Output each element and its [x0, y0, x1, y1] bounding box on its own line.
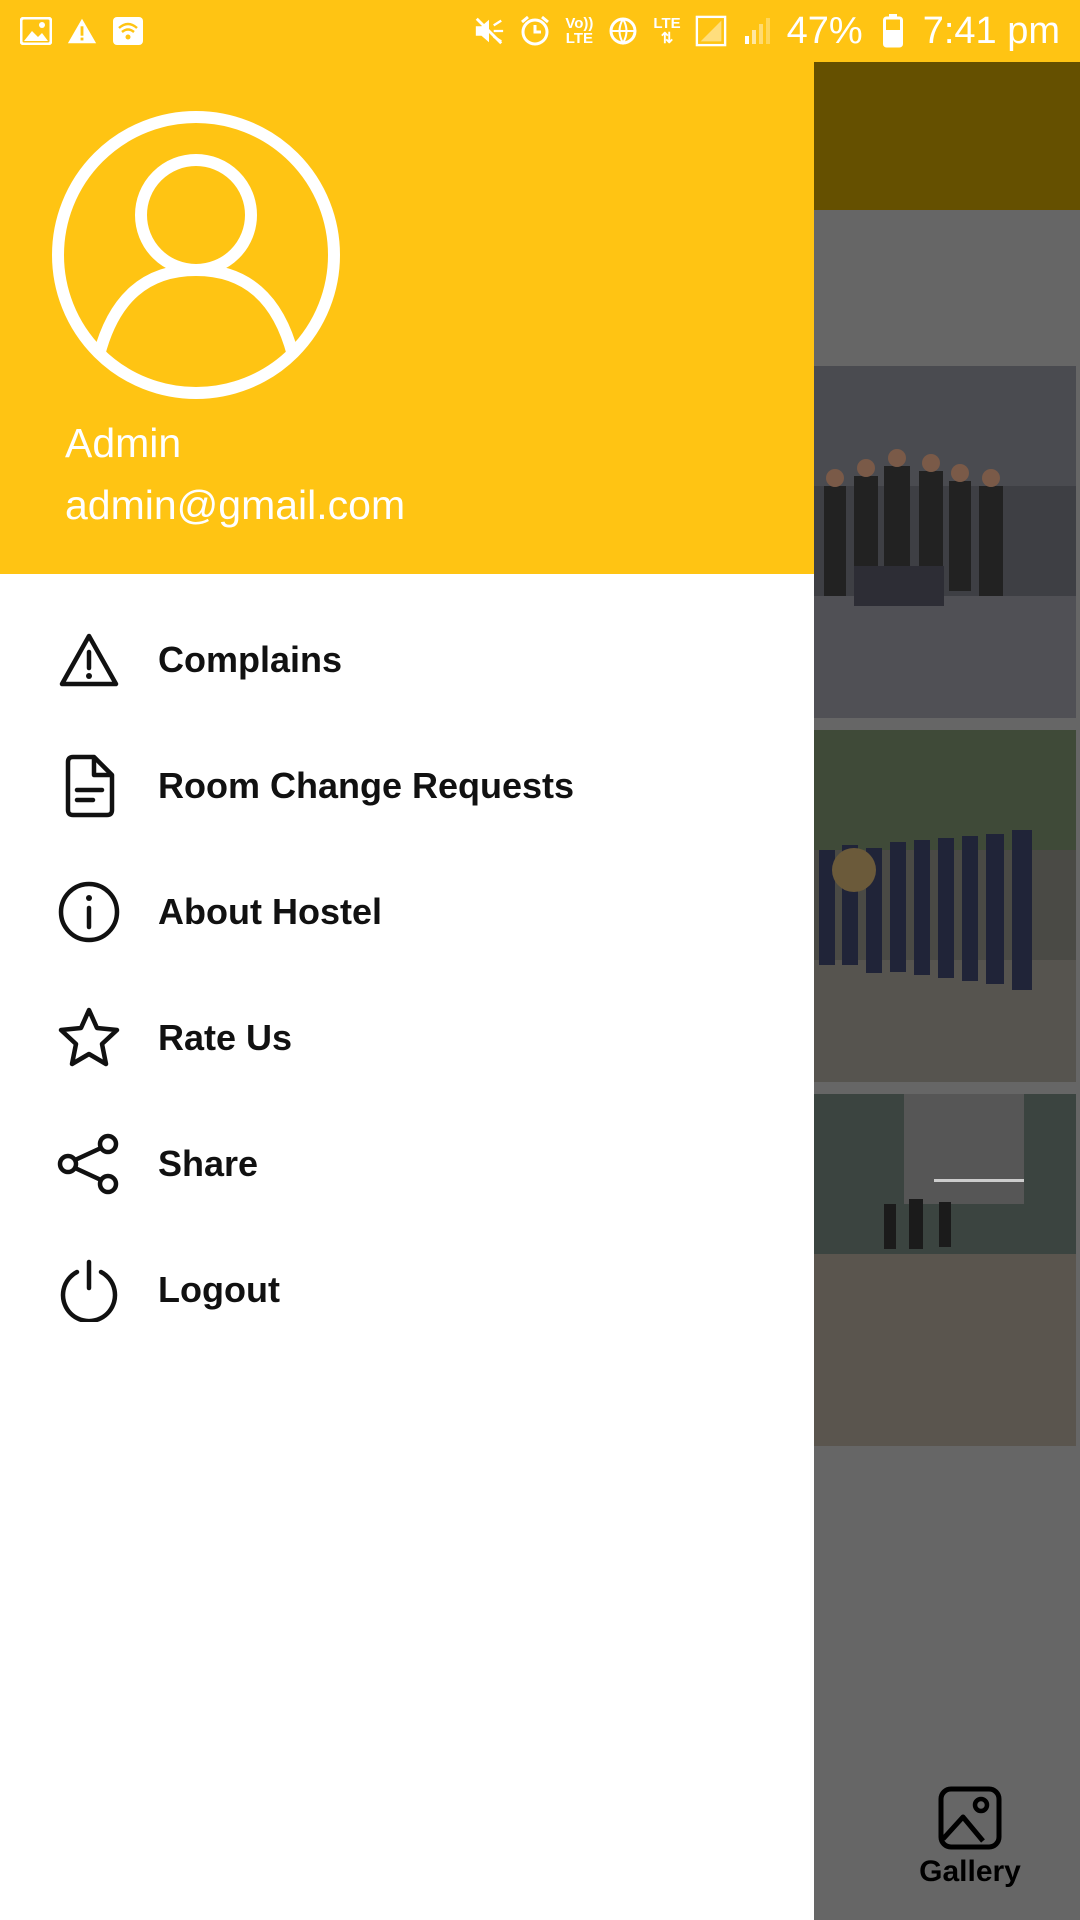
- document-icon: [56, 753, 122, 819]
- star-icon: [56, 1005, 122, 1071]
- data-saver-icon: [607, 15, 639, 47]
- navigation-drawer: Admin admin@gmail.com Complains Room Cha…: [0, 0, 814, 1920]
- mute-icon: [473, 15, 505, 47]
- menu-label-about-hostel: About Hostel: [158, 891, 382, 932]
- battery-percent: 47%: [786, 9, 863, 52]
- menu-label-share: Share: [158, 1143, 259, 1184]
- drawer-header: Admin admin@gmail.com: [0, 0, 814, 574]
- signal-icon-1: [695, 15, 727, 47]
- info-icon: [56, 879, 122, 945]
- menu-label-logout: Logout: [158, 1269, 280, 1310]
- menu-item-complains[interactable]: Complains: [0, 597, 814, 723]
- menu-item-room-change-requests[interactable]: Room Change Requests: [0, 723, 814, 849]
- menu-item-about-hostel[interactable]: About Hostel: [0, 849, 814, 975]
- signal-icon-2: [741, 15, 773, 47]
- status-bar: Vo)) LTE LTE ⇅ 47% 7:41 pm: [0, 0, 1080, 62]
- gallery-photo-3[interactable]: [814, 1094, 1076, 1446]
- volte-indicator: Vo)) LTE: [565, 15, 594, 47]
- gallery-notification-icon: [20, 15, 52, 47]
- warning-notification-icon: [66, 15, 98, 47]
- gallery-label: Gallery: [919, 1855, 1021, 1888]
- image-icon: [938, 1786, 1002, 1850]
- gallery-tab[interactable]: Gallery: [900, 1785, 1040, 1905]
- menu-label-room-change-requests: Room Change Requests: [158, 765, 575, 806]
- wifi-notification-icon: [112, 15, 144, 47]
- gallery-photo-2[interactable]: [814, 730, 1076, 1082]
- share-icon: [56, 1131, 122, 1197]
- power-icon: [56, 1257, 122, 1323]
- user-name: Admin: [65, 420, 182, 466]
- lte-indicator: LTE ⇅: [653, 15, 681, 47]
- drawer-menu: Complains Room Change Requests About Hos…: [0, 597, 814, 1353]
- user-email: admin@gmail.com: [65, 482, 406, 528]
- alarm-icon: [519, 15, 551, 47]
- menu-item-share[interactable]: Share: [0, 1101, 814, 1227]
- menu-label-rate-us: Rate Us: [158, 1017, 293, 1058]
- avatar-icon: [52, 111, 340, 399]
- warning-triangle-icon: [56, 627, 122, 693]
- battery-icon: [877, 14, 909, 48]
- menu-item-logout[interactable]: Logout: [0, 1227, 814, 1353]
- menu-label-complains: Complains: [158, 639, 343, 680]
- clock: 7:41 pm: [922, 9, 1060, 52]
- gallery-photo-1[interactable]: [814, 366, 1076, 718]
- menu-item-rate-us[interactable]: Rate Us: [0, 975, 814, 1101]
